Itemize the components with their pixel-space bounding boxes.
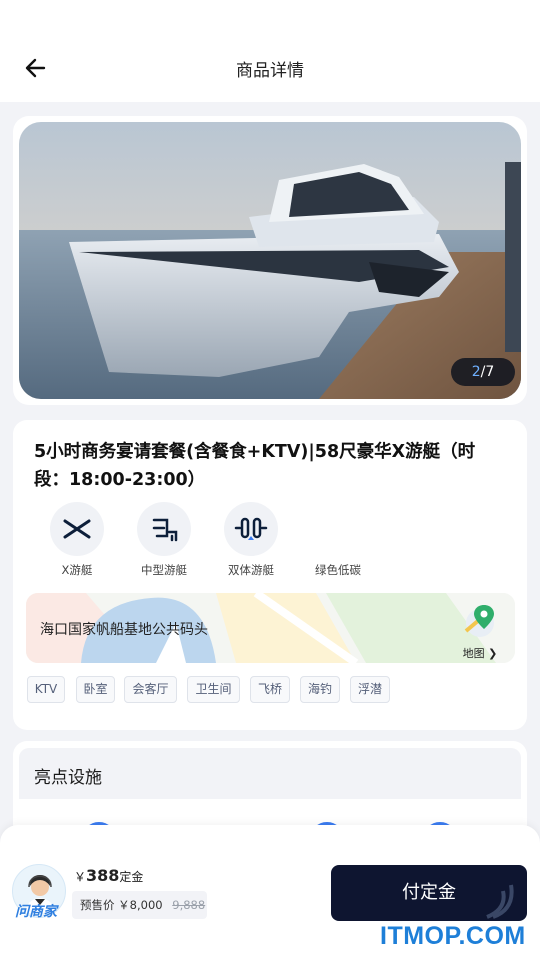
x-logo-icon [50, 502, 104, 556]
tag-flybridge: 飞桥 [250, 676, 290, 703]
deposit-price: ￥388定金 [74, 866, 143, 885]
gallery-current: 2 [471, 364, 481, 380]
deposit-unit: 定金 [119, 870, 144, 884]
deposit-amount: 388 [86, 866, 120, 885]
pay-deposit-button[interactable]: 付定金 [331, 865, 527, 921]
gallery-card: 2/7 [13, 116, 527, 405]
highlights-title: 亮点设施 [34, 768, 102, 788]
feature-label: X游艇 [61, 563, 93, 577]
map-pin-icon [464, 605, 494, 637]
presale-label: 预售价 [80, 898, 115, 912]
mid-yacht-icon [137, 502, 191, 556]
tag-ktv: KTV [27, 676, 65, 703]
presale-price: ￥8,000 [118, 898, 163, 912]
top-bar: 商品详情 [0, 0, 540, 102]
tag-lounge: 会客厅 [124, 676, 177, 703]
watermark-text: ITMOP.COM [380, 922, 526, 950]
map-label: 地图 ❯ [462, 647, 498, 660]
feature-label: 双体游艇 [228, 563, 274, 577]
product-title: 5小时商务宴请套餐(含餐食+KTV)|58尺豪华X游艇（时段：18:00-23:… [34, 442, 476, 490]
feature-green: 绿色低碳 [298, 502, 378, 578]
feature-x-yacht: X游艇 [37, 502, 117, 578]
tag-bathroom: 卫生间 [187, 676, 240, 703]
yacht-image [19, 122, 521, 399]
pay-deposit-label: 付定金 [402, 882, 456, 903]
page-title: 商品详情 [236, 61, 304, 81]
yacht-photo[interactable]: 2/7 [19, 122, 521, 399]
gallery-total: 7 [485, 364, 495, 380]
twin-hull-icon [224, 502, 278, 556]
tag-fishing: 海钓 [300, 676, 340, 703]
tag-bedroom: 卧室 [76, 676, 115, 703]
map-button[interactable]: 地图 ❯ [455, 603, 505, 661]
wave-decoration-icon [486, 884, 514, 919]
presale-price-box: 预售价 ￥8,000 9,888 [72, 891, 207, 919]
currency-symbol: ￥ [74, 870, 87, 884]
ask-merchant-label[interactable]: 问商家 [15, 901, 57, 921]
location-text: 海口国家帆船基地公共码头 [40, 622, 208, 638]
gallery-pager: 2/7 [451, 358, 515, 386]
feature-twin-hull: 双体游艇 [211, 502, 291, 578]
original-price: 9,888 [172, 898, 206, 912]
location-map[interactable]: 海口国家帆船基地公共码头 地图 ❯ [26, 593, 515, 663]
feature-label: 绿色低碳 [315, 563, 361, 577]
feature-mid-yacht: 中型游艇 [124, 502, 204, 578]
green-icon [311, 502, 365, 556]
tag-snorkeling: 浮潜 [350, 676, 390, 703]
feature-label: 中型游艇 [141, 563, 187, 577]
